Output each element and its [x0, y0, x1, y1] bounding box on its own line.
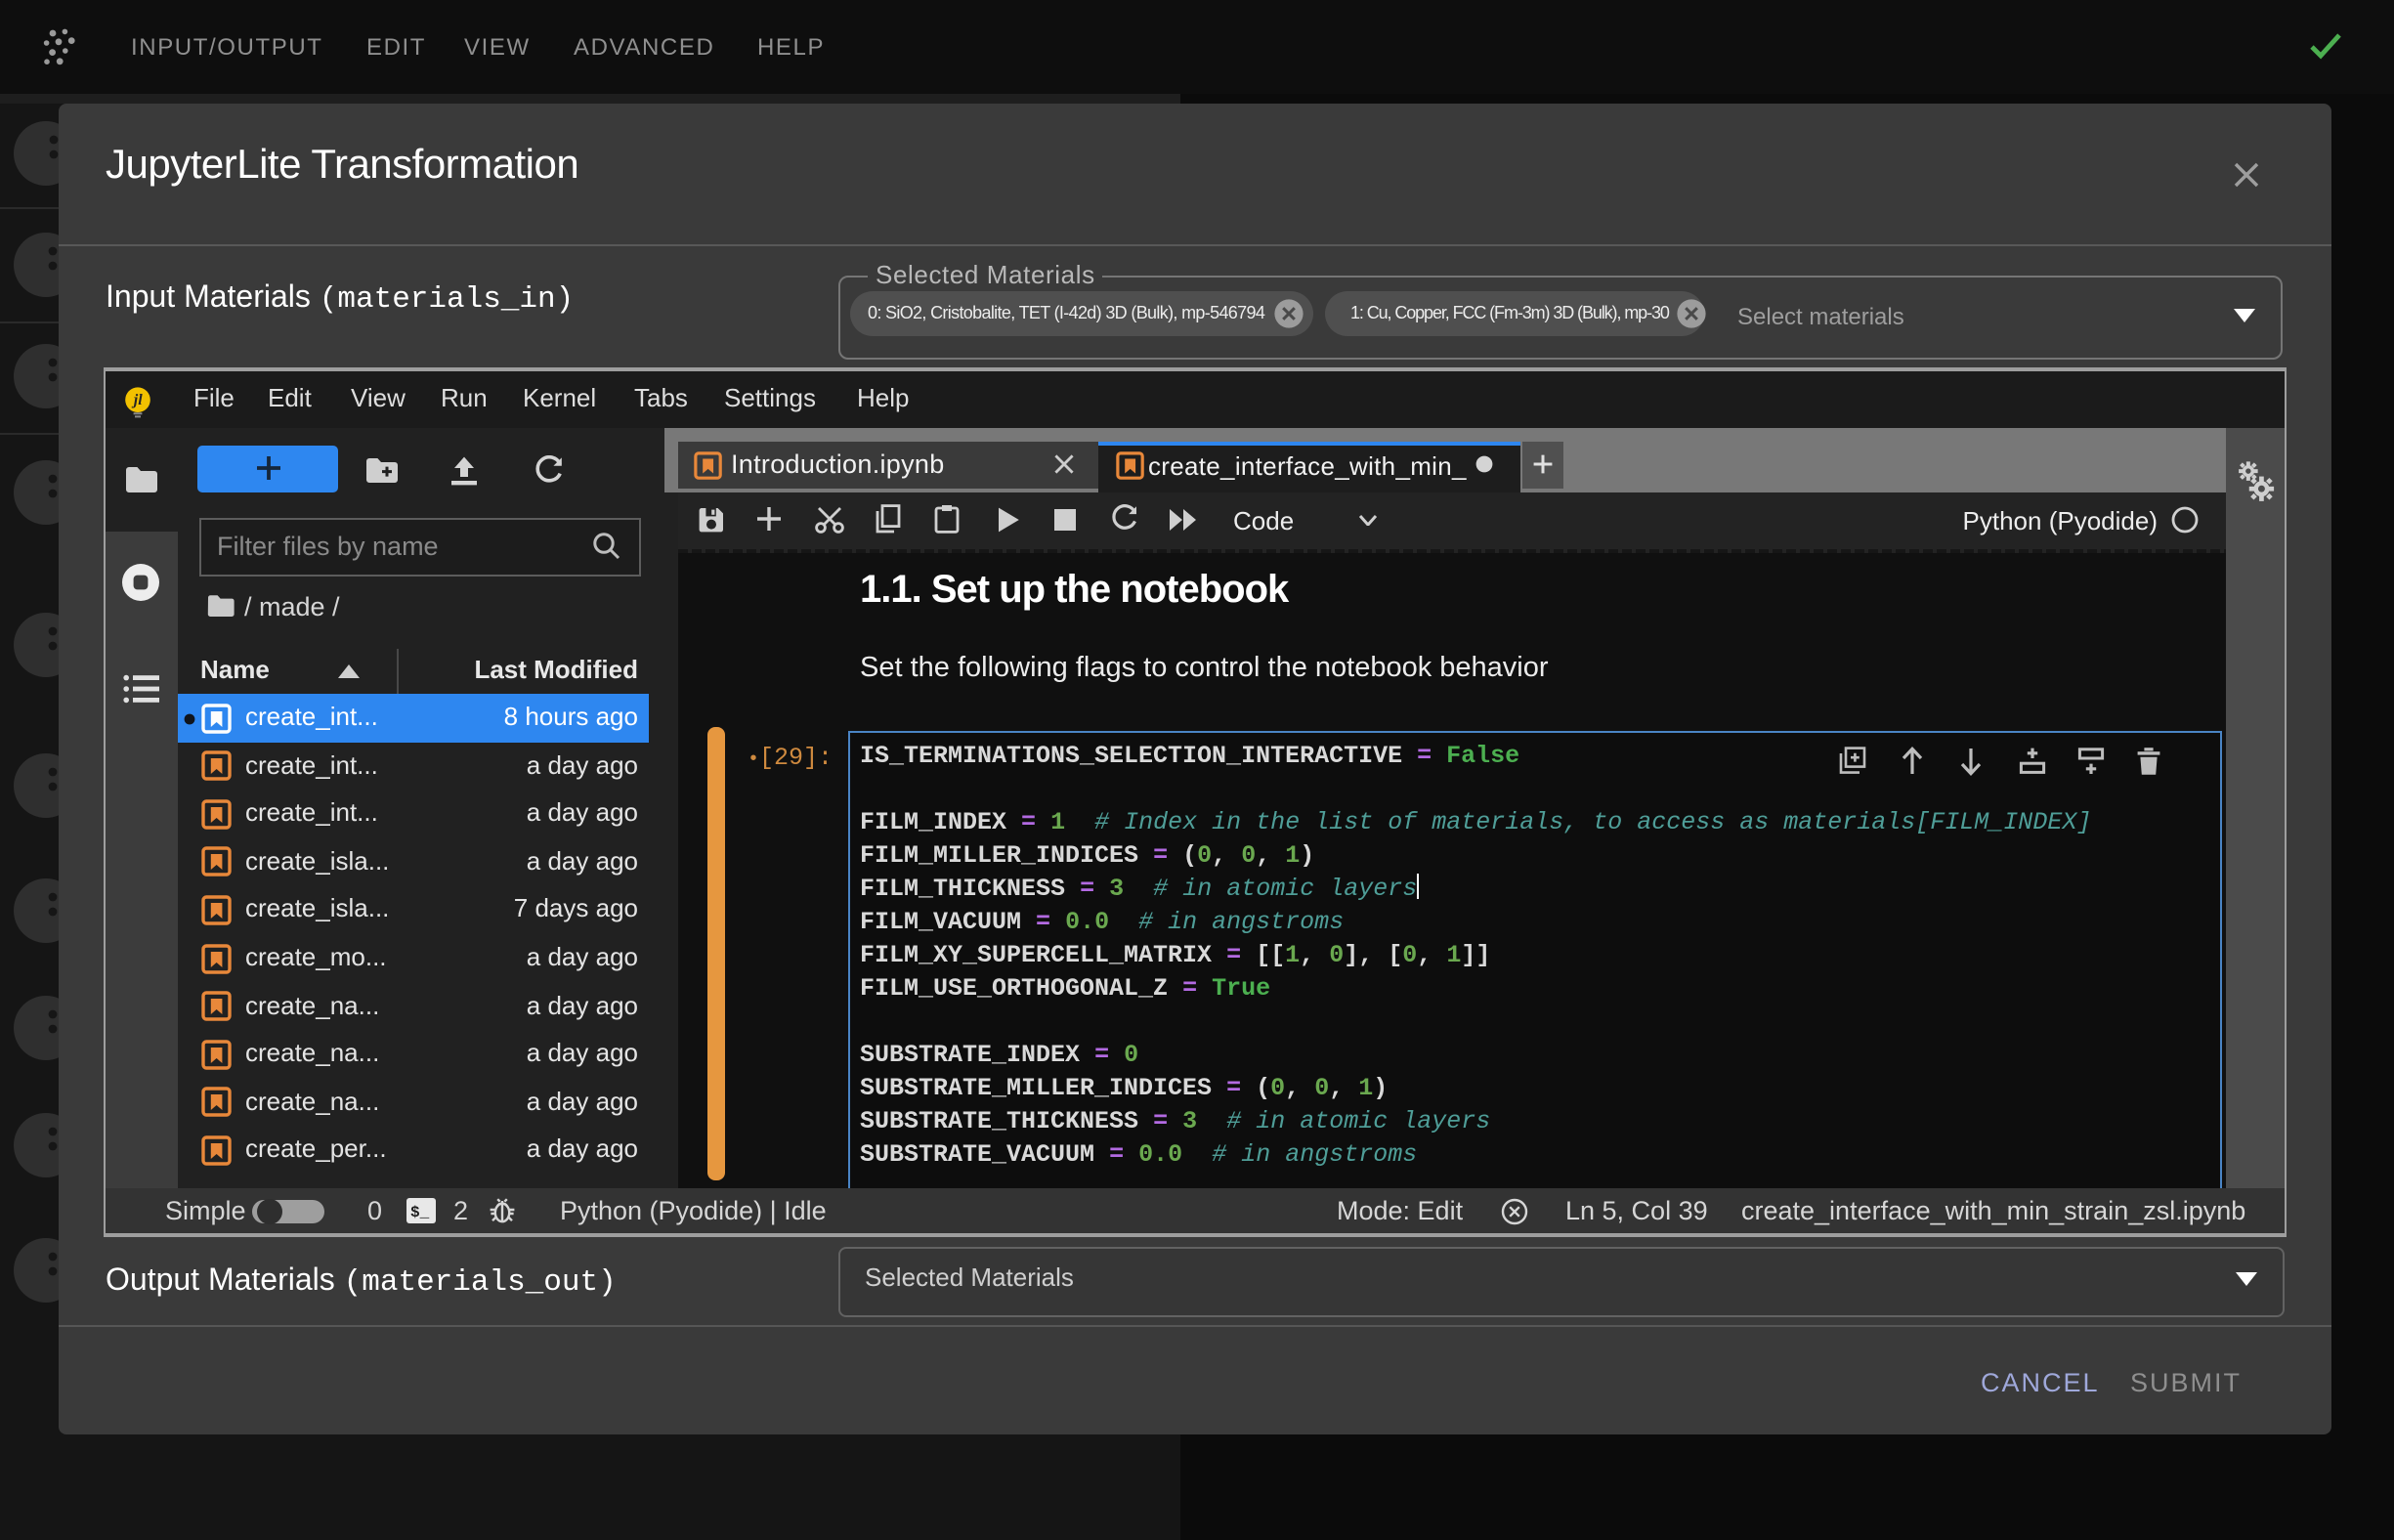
svg-text:$_: $_	[410, 1204, 430, 1221]
